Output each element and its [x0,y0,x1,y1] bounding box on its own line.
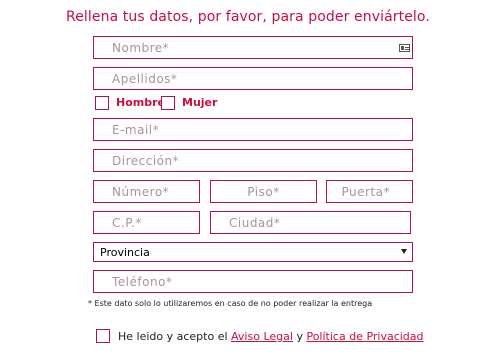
mujer-label[interactable]: Mujer [182,96,217,109]
email-input[interactable]: E-mail* [93,118,413,141]
aviso-legal-link[interactable]: Aviso Legal [231,330,293,343]
email-placeholder: E-mail* [112,122,160,137]
accept-terms-text: He leido y acepto el Aviso Legal y Polít… [118,330,424,343]
piso-placeholder: Piso* [247,184,280,199]
hombre-checkbox[interactable] [95,96,109,110]
direccion-input[interactable]: Dirección* [93,149,413,172]
ciudad-input[interactable]: Ciudad* [210,211,411,234]
provincia-selected-value: Provincia [100,245,150,259]
numero-placeholder: Número* [112,184,170,199]
ciudad-placeholder: Ciudad* [229,215,281,230]
hombre-label[interactable]: Hombre [116,96,165,109]
apellidos-input[interactable]: Apellidos* [93,67,413,90]
accept-terms-checkbox[interactable] [96,329,110,343]
phone-disclaimer-note: * Este dato solo lo utilizaremos en caso… [88,299,373,308]
numero-input[interactable]: Número* [93,180,200,203]
form-heading: Rellena tus datos, por favor, para poder… [66,9,430,25]
politica-privacidad-link[interactable]: Política de Privacidad [306,330,423,343]
accept-and-word: y [296,330,303,343]
puerta-placeholder: Puerta* [341,184,390,199]
provincia-select[interactable]: Provincia [93,242,413,262]
direccion-placeholder: Dirección* [112,153,180,168]
nombre-placeholder: Nombre* [112,40,170,55]
telefono-input[interactable]: Teléfono* [93,270,413,293]
contact-card-icon [399,43,410,52]
chevron-down-icon [401,249,407,254]
telefono-placeholder: Teléfono* [112,274,173,289]
nombre-input[interactable]: Nombre* [93,36,413,59]
apellidos-placeholder: Apellidos* [112,71,178,86]
cp-input[interactable]: C.P.* [93,211,200,234]
piso-input[interactable]: Piso* [210,180,317,203]
puerta-input[interactable]: Puerta* [326,180,413,203]
mujer-checkbox[interactable] [161,96,175,110]
accept-terms-label: He leido y acepto el [118,330,228,343]
cp-placeholder: C.P.* [112,215,142,230]
